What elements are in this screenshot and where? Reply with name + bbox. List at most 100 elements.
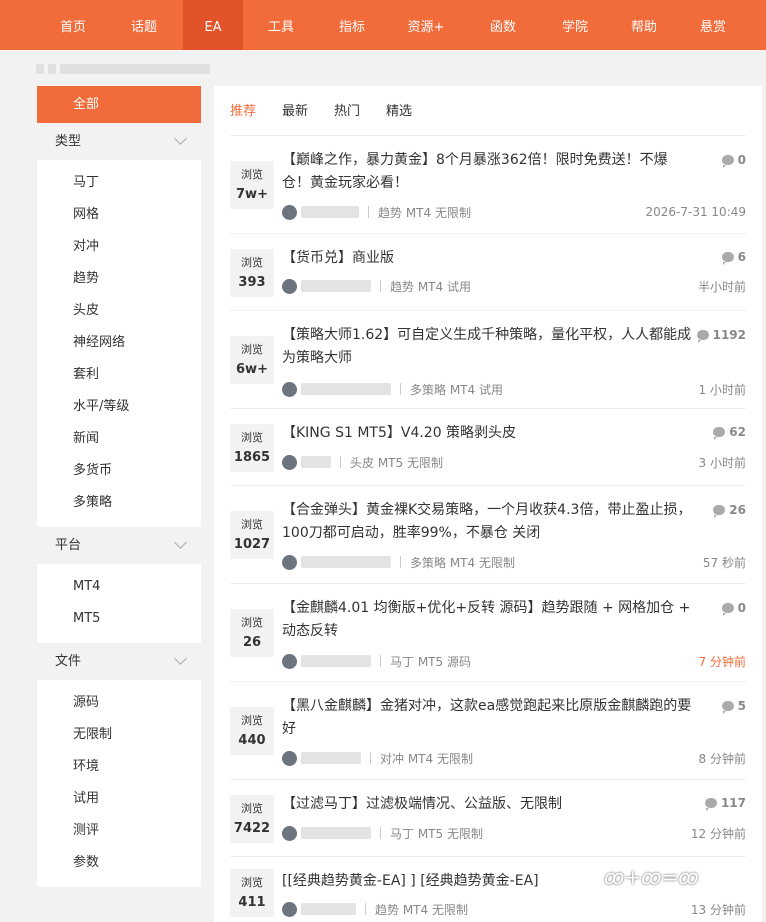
sidebar-item[interactable]: 对冲	[37, 231, 201, 263]
sidebar-item[interactable]: 无限制	[37, 719, 201, 751]
sidebar-item[interactable]: 神经网络	[37, 327, 201, 359]
username-blurred[interactable]	[301, 383, 391, 395]
post-title[interactable]: 【黑八金麒麟】金猪对冲，这款ea感觉跑起来比原版金麒麟跑的要好	[282, 695, 694, 741]
avatar[interactable]	[282, 901, 297, 917]
avatar[interactable]	[282, 381, 297, 397]
sidebar-item[interactable]: 环境	[37, 751, 201, 783]
post-row[interactable]: 浏览 6w+ 【策略大师1.62】可自定义生成千种策略，量化平权，人人都能成为策略大…	[230, 311, 746, 409]
view-count: 440	[238, 733, 266, 748]
view-count: 7w+	[236, 187, 268, 202]
divider	[400, 556, 401, 568]
avatar[interactable]	[282, 204, 297, 220]
post-row[interactable]: 浏览 26 【金麒麟4.01 均衡版+优化+反转 源码】趋势跟随 + 网格加仓 + …	[230, 584, 746, 682]
nav-item-6[interactable]: 函数	[467, 0, 539, 50]
view-count: 6w+	[236, 362, 268, 377]
post-meta: 马丁 MT5 源码 7 分钟前	[282, 653, 746, 669]
sidebar-item[interactable]: 试用	[37, 783, 201, 815]
sidebar-item[interactable]: 水平/等级	[37, 391, 201, 423]
comment-number: 0	[737, 601, 746, 615]
sidebar-item[interactable]: 参数	[37, 847, 201, 879]
username-blurred[interactable]	[301, 556, 391, 568]
sidebar-item[interactable]: MT5	[37, 603, 201, 635]
comment-count: 6	[721, 250, 746, 265]
post-title[interactable]: 【巅峰之作，暴力黄金】8个月暴涨362倍！限时免费送！不爆仓！黄金玩家必看！	[282, 149, 694, 195]
sidebar-item[interactable]: 源码	[37, 687, 201, 719]
post-row[interactable]: 浏览 1865 【KING S1 MT5】V4.20 策略剥头皮 62 头皮 MT5 无…	[230, 409, 746, 486]
sidebar-group-header[interactable]: 文件	[37, 643, 201, 681]
sidebar-item-all[interactable]: 全部	[37, 86, 201, 123]
sidebar-item[interactable]: 多货币	[37, 455, 201, 487]
view-label: 浏览	[241, 876, 263, 889]
divider	[365, 903, 366, 915]
nav-item-5[interactable]: 资源+	[385, 0, 467, 50]
comment-icon	[721, 701, 734, 714]
tab-0[interactable]: 推荐	[230, 86, 256, 135]
tab-3[interactable]: 精选	[386, 86, 412, 135]
post-title[interactable]: 【过滤马丁】过滤极端情况、公益版、无限制	[282, 793, 694, 816]
avatar[interactable]	[282, 653, 297, 669]
view-count-box: 浏览 7422	[230, 795, 274, 843]
view-count: 1865	[233, 450, 271, 465]
breadcrumb-blurred	[36, 62, 216, 76]
post-time: 57 秒前	[702, 555, 746, 570]
username-blurred[interactable]	[301, 827, 371, 839]
sidebar-item[interactable]: 新闻	[37, 423, 201, 455]
view-label: 浏览	[241, 256, 263, 269]
post-title[interactable]: 【货币兑】商业版	[282, 247, 694, 270]
nav-item-0[interactable]: 首页	[41, 0, 105, 50]
divider	[370, 752, 371, 764]
view-count-box: 浏览 1865	[230, 424, 274, 472]
chevron-down-icon[interactable]	[174, 536, 187, 549]
post-title[interactable]: 【金麒麟4.01 均衡版+优化+反转 源码】趋势跟随 + 网格加仓 + 动态反转	[282, 597, 694, 643]
avatar[interactable]	[282, 825, 297, 841]
sidebar-item[interactable]: 多策略	[37, 487, 201, 519]
post-title[interactable]: 【策略大师1.62】可自定义生成千种策略，量化平权，人人都能成为策略大师	[282, 324, 694, 370]
tab-1[interactable]: 最新	[282, 86, 308, 135]
nav-item-4[interactable]: 指标	[319, 0, 385, 50]
nav-item-3[interactable]: 工具	[243, 0, 319, 50]
sidebar-group-title: 文件	[55, 654, 82, 669]
avatar[interactable]	[282, 554, 297, 570]
sidebar-item[interactable]: 头皮	[37, 295, 201, 327]
username-blurred[interactable]	[301, 206, 359, 218]
sidebar-item[interactable]: 趋势	[37, 263, 201, 295]
post-time: 半小时前	[697, 279, 746, 294]
sidebar-item[interactable]: 网格	[37, 199, 201, 231]
chevron-down-icon[interactable]	[174, 132, 187, 145]
sidebar-item[interactable]: 马丁	[37, 167, 201, 199]
sidebar-item[interactable]: 套利	[37, 359, 201, 391]
sidebar-group-header[interactable]: 类型	[37, 123, 201, 161]
nav-item-8[interactable]: 帮助	[611, 0, 677, 50]
username-blurred[interactable]	[301, 903, 356, 915]
username-blurred[interactable]	[301, 655, 371, 667]
avatar[interactable]	[282, 278, 297, 294]
sidebar-group-header[interactable]: 平台	[37, 527, 201, 565]
tab-2[interactable]: 热门	[334, 86, 360, 135]
username-blurred[interactable]	[301, 456, 331, 468]
post-row[interactable]: 浏览 393 【货币兑】商业版 6 趋势 MT4 试用 半小时前	[230, 234, 746, 311]
view-label: 浏览	[241, 616, 263, 629]
post-row[interactable]: 浏览 1027 【合金弹头】黄金裸K交易策略，一个月收获4.3倍，带止盈止损，100…	[230, 486, 746, 584]
post-meta: 趋势 MT4 无限制 2026-7-31 10:49	[282, 204, 746, 220]
username-blurred[interactable]	[301, 280, 371, 292]
username-blurred[interactable]	[301, 752, 361, 764]
post-row[interactable]: 浏览 7422 【过滤马丁】过滤极端情况、公益版、无限制 117 马丁 MT5 无限制 1…	[230, 780, 746, 857]
comment-count: 5	[721, 699, 746, 714]
nav-item-1[interactable]: 话题	[105, 0, 183, 50]
post-row[interactable]: 浏览 7w+ 【巅峰之作，暴力黄金】8个月暴涨362倍！限时免费送！不爆仓！黄金玩家…	[230, 136, 746, 234]
post-title[interactable]: 【KING S1 MT5】V4.20 策略剥头皮	[282, 422, 694, 445]
post-tags: 多策略 MT4 无限制	[410, 555, 515, 570]
nav-item-2[interactable]: EA	[183, 0, 243, 50]
sidebar-item[interactable]: 测评	[37, 815, 201, 847]
comment-count: 26	[713, 503, 746, 518]
avatar[interactable]	[282, 750, 297, 766]
sidebar-item[interactable]: MT4	[37, 571, 201, 603]
nav-item-9[interactable]: 悬赏	[677, 0, 749, 50]
chevron-down-icon[interactable]	[174, 652, 187, 665]
nav-item-7[interactable]: 学院	[539, 0, 611, 50]
avatar[interactable]	[282, 454, 297, 470]
post-meta: 对冲 MT4 无限制 8 分钟前	[282, 750, 746, 766]
view-count-box: 浏览 26	[230, 609, 274, 657]
post-title[interactable]: 【合金弹头】黄金裸K交易策略，一个月收获4.3倍，带止盈止损，100刀都可启动，…	[282, 499, 694, 545]
post-row[interactable]: 浏览 440 【黑八金麒麟】金猪对冲，这款ea感觉跑起来比原版金麒麟跑的要好 5 对冲 …	[230, 682, 746, 780]
